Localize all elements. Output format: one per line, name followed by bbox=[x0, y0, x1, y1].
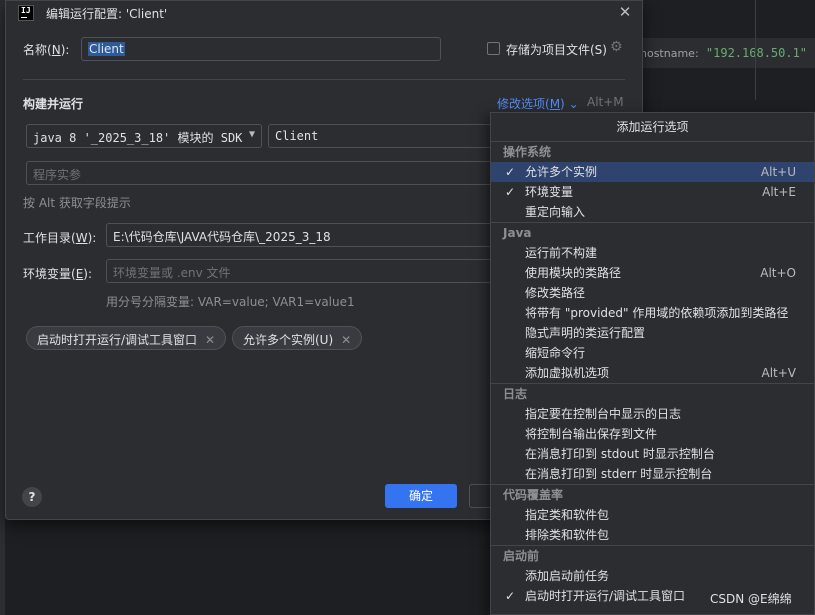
section-title-build-run: 构建并运行 bbox=[23, 97, 84, 111]
popup-item-exclude-classes[interactable]: 排除类和软件包 bbox=[491, 525, 814, 545]
intellij-app-icon: IJ bbox=[18, 5, 34, 21]
popup-item-specify-logs[interactable]: 指定要在控制台中显示的日志 bbox=[491, 404, 814, 424]
dialog-title: 编辑运行配置: 'Client' bbox=[46, 7, 168, 21]
check-icon: ✓ bbox=[505, 165, 516, 179]
code-string: "192.168.50.1" bbox=[705, 46, 808, 60]
name-input[interactable]: Client bbox=[81, 37, 441, 61]
code-key: hostname: bbox=[640, 47, 699, 60]
main-class-input[interactable]: Client bbox=[268, 124, 508, 148]
header-separator bbox=[23, 79, 625, 80]
popup-item-implicit-class[interactable]: 隐式声明的类运行配置 bbox=[491, 323, 814, 343]
popup-item-no-build[interactable]: 运行前不构建 bbox=[491, 243, 814, 263]
chevron-down-icon: ⌄ bbox=[568, 97, 579, 111]
env-vars-label: 环境变量(E): bbox=[23, 267, 93, 281]
main-class-value: Client bbox=[275, 129, 319, 143]
env-vars-hint: 用分号分隔变量: VAR=value; VAR1=value1 bbox=[106, 295, 355, 309]
popup-item-shorten-cmdline[interactable]: 缩短命令行 bbox=[491, 343, 814, 363]
watermark: CSDN @E绵绵 bbox=[710, 592, 792, 606]
check-icon: ✓ bbox=[505, 185, 516, 199]
help-button[interactable]: ? bbox=[22, 487, 42, 507]
popup-item-add-before-task[interactable]: 添加启动前任务 bbox=[491, 566, 814, 586]
check-icon: ✓ bbox=[505, 589, 516, 603]
program-args-input[interactable]: 程序实参 bbox=[26, 161, 508, 185]
popup-item-env-vars[interactable]: ✓ 环境变量 Alt+E bbox=[491, 182, 814, 202]
editor-code-snippet: hostname: "192.168.50.1" bbox=[640, 46, 807, 60]
dialog-titlebar: IJ 编辑运行配置: 'Client' ✕ bbox=[6, 1, 642, 25]
ok-button[interactable]: 确定 bbox=[385, 484, 457, 508]
popup-item-save-console[interactable]: 将控制台输出保存到文件 bbox=[491, 424, 814, 444]
add-run-options-popup: 添加运行选项 操作系统 ✓ 允许多个实例 Alt+U ✓ 环境变量 Alt+E 重定向输… bbox=[490, 112, 815, 615]
jdk-select[interactable]: java 8 '_2025_3_18' 模块的 SDK ▼ bbox=[26, 124, 262, 148]
working-dir-input[interactable]: E:\代码仓库\JAVA代码仓库\_2025_3_18 bbox=[106, 223, 508, 247]
modify-options-shortcut: Alt+M bbox=[587, 95, 624, 109]
popup-section-logs: 日志 bbox=[491, 383, 814, 404]
popup-item-allow-multiple[interactable]: ✓ 允许多个实例 Alt+U bbox=[491, 162, 814, 182]
close-icon[interactable]: ✕ bbox=[341, 333, 351, 347]
close-icon[interactable]: ✕ bbox=[205, 333, 215, 347]
popup-section-coverage: 代码覆盖率 bbox=[491, 484, 814, 505]
working-dir-label: 工作目录(W): bbox=[23, 231, 97, 245]
popup-item-stdout-console[interactable]: 在消息打印到 stdout 时显示控制台 bbox=[491, 444, 814, 464]
tag-allow-multiple-instances[interactable]: 允许多个实例(U) ✕ bbox=[232, 326, 363, 350]
name-value: Client bbox=[88, 42, 125, 56]
name-label: 名称(N): bbox=[23, 43, 70, 57]
popup-item-vm-options[interactable]: 添加虚拟机选项 Alt+V bbox=[491, 363, 814, 383]
chevron-down-icon: ▼ bbox=[248, 129, 255, 140]
store-as-file-checkbox[interactable] bbox=[487, 42, 500, 55]
store-as-file-label: 存储为项目文件(S) bbox=[506, 43, 607, 57]
popup-item-stderr-console[interactable]: 在消息打印到 stderr 时显示控制台 bbox=[491, 464, 814, 484]
modify-options-link[interactable]: 修改选项(M) ⌄ bbox=[497, 95, 579, 112]
popup-item-provided-scope[interactable]: 将带有 "provided" 作用域的依赖项添加到类路径 bbox=[491, 303, 814, 323]
popup-section-os: 操作系统 bbox=[503, 145, 552, 159]
close-icon[interactable]: ✕ bbox=[616, 3, 634, 21]
gear-icon[interactable]: ⚙ bbox=[610, 39, 623, 55]
tag-open-run-window[interactable]: 启动时打开运行/调试工具窗口 ✕ bbox=[26, 326, 227, 350]
popup-item-include-classes[interactable]: 指定类和软件包 bbox=[491, 505, 814, 525]
popup-title: 添加运行选项 bbox=[491, 113, 814, 142]
popup-section-before-launch: 启动前 bbox=[491, 545, 814, 566]
editor-divider bbox=[755, 0, 756, 100]
popup-item-modify-classpath[interactable]: 修改类路径 bbox=[491, 283, 814, 303]
env-vars-placeholder: 环境变量或 .env 文件 bbox=[113, 266, 231, 280]
field-hint-text: 按 Alt 获取字段提示 bbox=[23, 196, 131, 210]
jdk-value: java 8 '_2025_3_18' 模块的 SDK bbox=[33, 131, 243, 145]
working-dir-value: E:\代码仓库\JAVA代码仓库\_2025_3_18 bbox=[113, 230, 331, 244]
popup-item-module-classpath[interactable]: 使用模块的类路径 Alt+O bbox=[491, 263, 814, 283]
popup-item-redirect-input[interactable]: 重定向输入 bbox=[491, 202, 814, 222]
popup-section-java: Java bbox=[491, 222, 814, 243]
program-args-placeholder: 程序实参 bbox=[33, 168, 82, 182]
env-vars-input[interactable]: 环境变量或 .env 文件 bbox=[106, 259, 508, 283]
